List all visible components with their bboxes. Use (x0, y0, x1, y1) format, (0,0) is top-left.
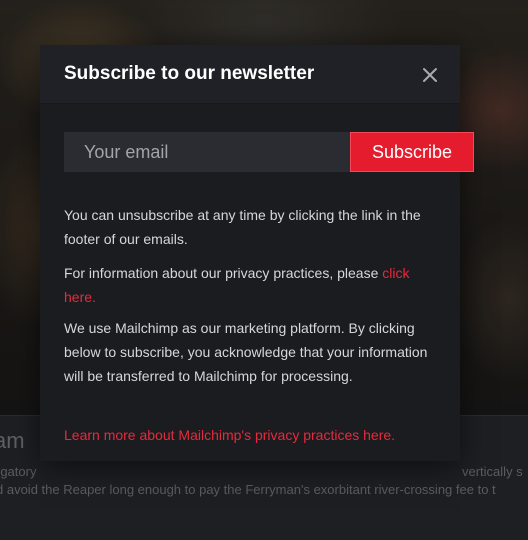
unsubscribe-note: You can unsubscribe at any time by click… (64, 207, 421, 247)
subscribe-form: Subscribe (64, 132, 474, 172)
privacy-note: For information about our privacy practi… (64, 261, 436, 309)
privacy-note-text: For information about our privacy practi… (64, 265, 383, 281)
background-description-line: rgatory (0, 464, 37, 479)
newsletter-modal: Subscribe to our newsletter Subscribe Yo… (40, 45, 474, 461)
mailchimp-privacy-row: Learn more about Mailchimp's privacy pra… (64, 423, 436, 447)
email-input[interactable] (64, 132, 350, 172)
mailchimp-disclosure: We use Mailchimp as our marketing platfo… (64, 320, 428, 384)
modal-title: Subscribe to our newsletter (64, 63, 315, 84)
modal-header: Subscribe to our newsletter (40, 45, 460, 104)
close-icon (423, 68, 437, 82)
background-description-line: vertically s (462, 464, 523, 479)
background-game-title: am (0, 428, 25, 453)
subscribe-button[interactable]: Subscribe (350, 132, 474, 172)
close-button[interactable] (418, 63, 442, 87)
background-description-line: d avoid the Reaper long enough to pay th… (0, 482, 496, 497)
mailchimp-privacy-link[interactable]: Learn more about Mailchimp's privacy pra… (64, 427, 395, 443)
